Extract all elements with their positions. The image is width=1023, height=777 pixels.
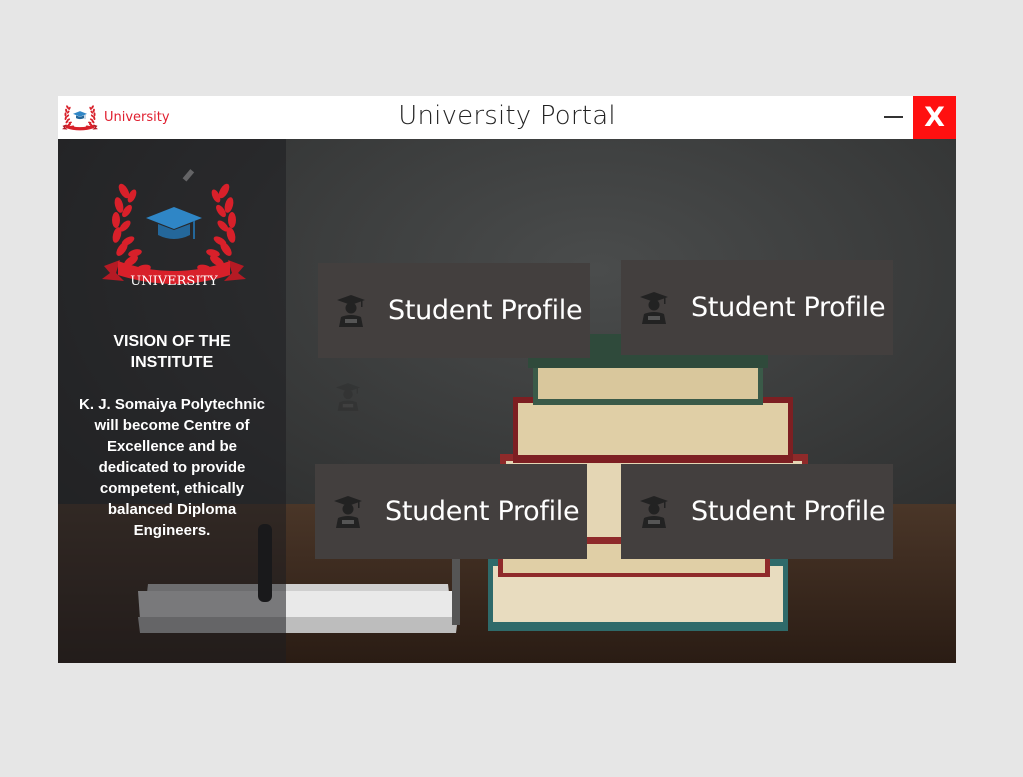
window-title: University Portal [398, 101, 616, 131]
vision-title: VISION OF THE INSTITUTE [113, 333, 231, 371]
student-graduate-icon [639, 495, 669, 529]
tile-label: Student Profile [388, 295, 583, 326]
student-graduate-icon [333, 495, 363, 529]
student-graduate-icon [335, 382, 361, 412]
student-profile-tile-3[interactable]: Student Profile [315, 464, 587, 559]
student-graduate-icon [639, 291, 669, 325]
vision-text: K. J. Somaiya Polytechnic will become Ce… [79, 396, 265, 539]
app-window: University University Portal X UNIVERSIT… [58, 96, 956, 663]
title-bar[interactable]: University University Portal X [58, 96, 956, 139]
student-profile-tile-1[interactable]: Student Profile [318, 263, 590, 358]
close-button[interactable]: X [913, 96, 956, 139]
student-graduate-icon [336, 294, 366, 328]
student-profile-tile-2[interactable]: Student Profile [621, 260, 893, 355]
tile-label: Student Profile [691, 496, 886, 527]
svg-text:UNIVERSITY: UNIVERSITY [130, 274, 218, 289]
main-content: UNIVERSITY VISION OF THE INSTITUTE K. J.… [58, 139, 956, 663]
student-profile-tile-4[interactable]: Student Profile [621, 464, 893, 559]
vision-sidebar: UNIVERSITY VISION OF THE INSTITUTE K. J.… [58, 139, 286, 663]
minimize-button[interactable] [882, 102, 904, 132]
university-emblem-icon: UNIVERSITY [94, 163, 254, 289]
tile-label: Student Profile [385, 496, 580, 527]
tile-label: Student Profile [691, 292, 886, 323]
